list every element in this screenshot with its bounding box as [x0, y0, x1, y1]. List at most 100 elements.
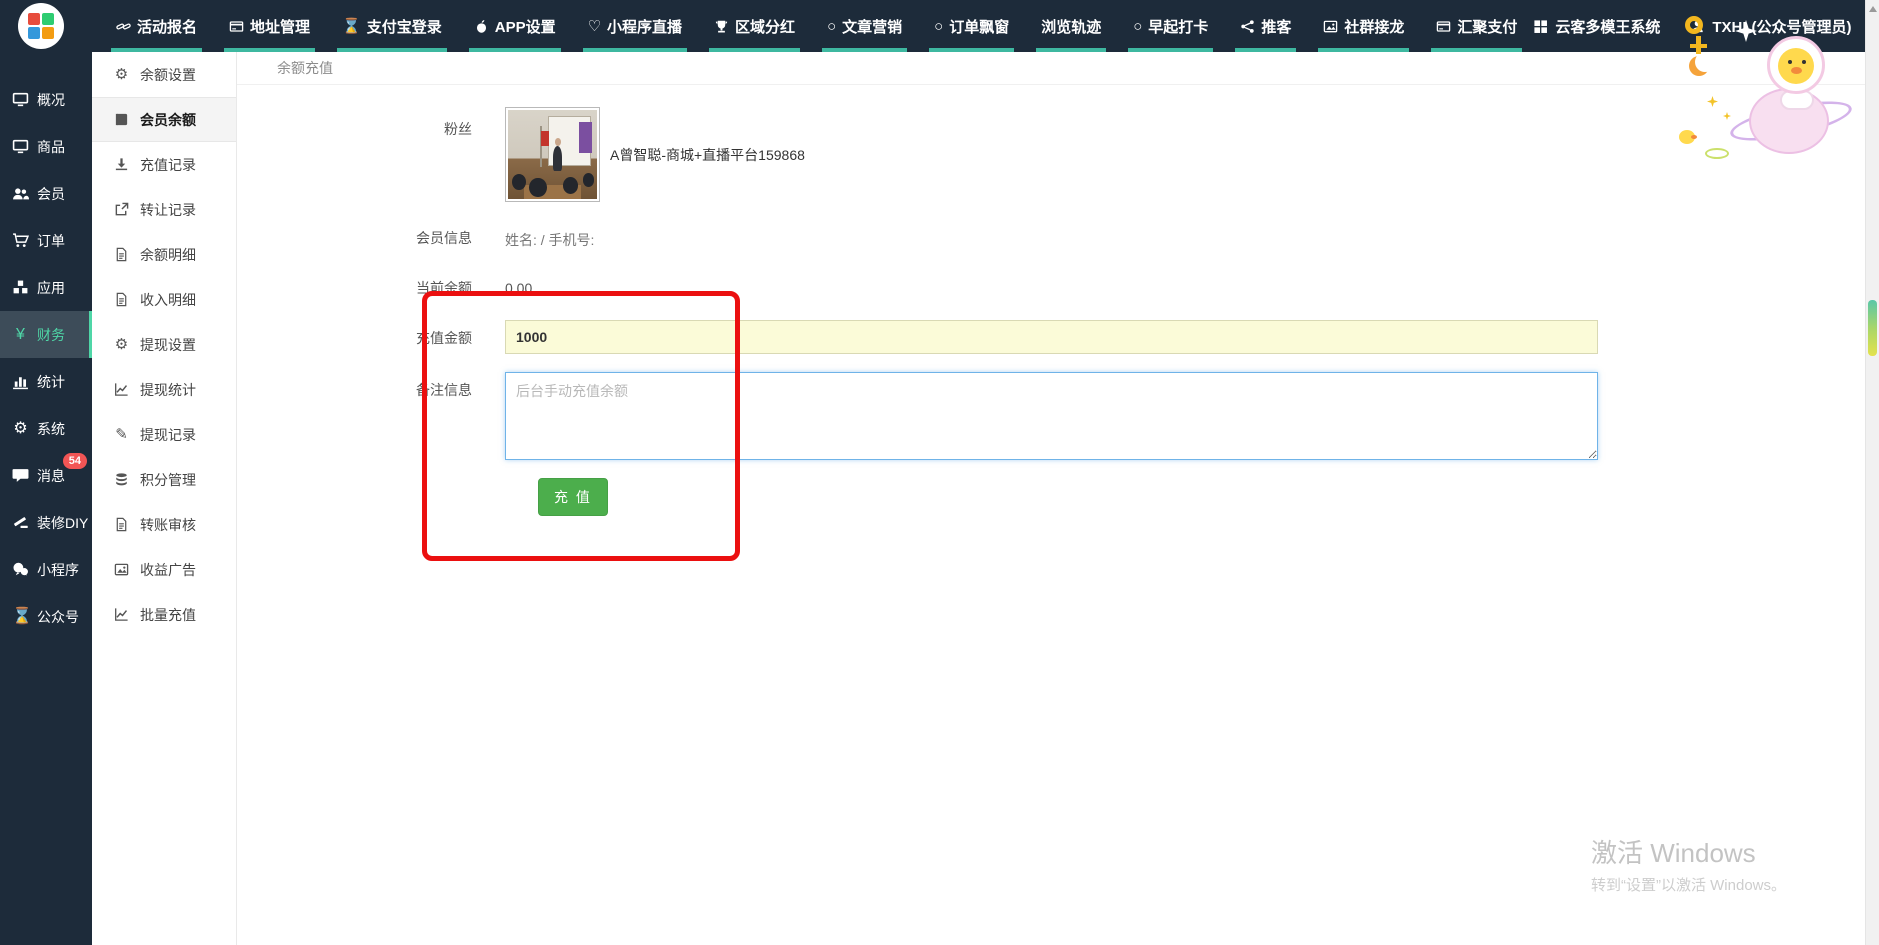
scrollbar-thumb[interactable] — [1868, 300, 1877, 356]
page-scrollbar[interactable] — [1865, 0, 1879, 945]
sidebar-label: 概况 — [37, 90, 65, 110]
gavel-icon — [12, 514, 29, 531]
submenu-member-balance[interactable]: 会员余额 — [92, 97, 236, 142]
submenu-label: 提现设置 — [140, 335, 196, 355]
pencil-icon: ✎ — [114, 427, 129, 442]
sidebar-item-decoration-diy[interactable]: 装修DIY — [0, 499, 92, 546]
gear-icon: ⚙ — [12, 421, 29, 437]
topnav-order-popup[interactable]: ○ 订单飘窗 — [929, 0, 1014, 52]
sidebar-label: 装修DIY — [37, 513, 88, 533]
monitor-icon — [12, 138, 29, 155]
submenu-label: 余额明细 — [140, 245, 196, 265]
fan-info: A曾智聪-商城+直播平台159868 — [505, 107, 805, 202]
grid-icon — [1533, 19, 1548, 34]
submenu-transfer-audit[interactable]: 转账审核 — [92, 502, 236, 547]
sidebar-label: 商品 — [37, 137, 65, 157]
line-chart-icon — [114, 607, 129, 622]
topnav-promoter[interactable]: 推客 — [1235, 0, 1296, 52]
topnav-article-marketing[interactable]: ○文章营销 — [822, 0, 907, 52]
external-link-icon — [114, 202, 129, 217]
sidebar-item-members[interactable]: 会员 — [0, 170, 92, 217]
submenu-batch-recharge[interactable]: 批量充值 — [92, 592, 236, 637]
submenu-label: 转让记录 — [140, 200, 196, 220]
submenu-withdraw-records[interactable]: ✎提现记录 — [92, 412, 236, 457]
app-logo[interactable] — [18, 3, 64, 49]
recharge-submit-button[interactable]: 充 值 — [538, 478, 608, 516]
topnav-huiju-pay[interactable]: 汇聚支付 — [1431, 0, 1522, 52]
hourglass-icon: ⌛ — [342, 19, 361, 34]
topnav-app-settings[interactable]: APP设置 — [469, 0, 561, 52]
remark-textarea[interactable] — [505, 372, 1598, 460]
topnav-label: 订单飘窗 — [949, 16, 1009, 37]
image-icon — [114, 562, 129, 577]
fan-nickname: A曾智聪-商城+直播平台159868 — [610, 145, 805, 165]
user-icon — [1690, 19, 1705, 34]
fan-avatar-photo — [508, 110, 597, 199]
main-content: 余额充值 粉丝 A曾智聪-商城+直播平台159868 会 — [237, 52, 1865, 945]
submenu-transfer-records[interactable]: 转让记录 — [92, 187, 236, 232]
topnav-early-checkin[interactable]: ○早起打卡 — [1128, 0, 1213, 52]
recharge-amount-row: 充值金额 — [237, 320, 1865, 354]
sidebar-item-messages[interactable]: 消息54 — [0, 452, 92, 499]
submenu-balance-details[interactable]: 余额明细 — [92, 232, 236, 277]
circle-icon: ○ — [934, 19, 943, 34]
fan-label: 粉丝 — [237, 107, 505, 202]
wechat-icon — [12, 561, 29, 578]
topnav-alipay-login[interactable]: ⌛支付宝登录 — [337, 0, 447, 52]
submenu-points-management[interactable]: 积分管理 — [92, 457, 236, 502]
submenu-revenue-ads[interactable]: 收益广告 — [92, 547, 236, 592]
topnav-group-relay[interactable]: 社群接龙 — [1318, 0, 1409, 52]
submenu-recharge-records[interactable]: 充值记录 — [92, 142, 236, 187]
share-icon — [1240, 19, 1255, 34]
sidebar-item-overview[interactable]: 概况 — [0, 76, 92, 123]
gear-icon: ⚙ — [114, 67, 129, 82]
topnav-address-management[interactable]: 地址管理 — [224, 0, 315, 52]
apple-icon — [474, 19, 489, 34]
heart-icon: ♡ — [588, 19, 601, 34]
file-icon — [114, 517, 129, 532]
sidebar-item-miniprogram[interactable]: 小程序 — [0, 546, 92, 593]
topnav-label: 区域分红 — [735, 16, 795, 37]
sidebar-item-products[interactable]: 商品 — [0, 123, 92, 170]
sidebar-item-system[interactable]: ⚙系统 — [0, 405, 92, 452]
topnav-activity-signup[interactable]: 活动报名 — [111, 0, 202, 52]
sidebar-item-orders[interactable]: 订单 — [0, 217, 92, 264]
cubes-icon — [12, 279, 29, 296]
sidebar-item-apps[interactable]: 应用 — [0, 264, 92, 311]
submenu-label: 余额设置 — [140, 65, 196, 85]
submenu-label: 转账审核 — [140, 515, 196, 535]
page-header: 余额充值 — [237, 52, 1865, 85]
topnav-label: 地址管理 — [250, 16, 310, 37]
recharge-amount-input[interactable] — [505, 320, 1598, 354]
topnav-miniprogram-live[interactable]: ♡小程序直播 — [583, 0, 687, 52]
image-icon — [1323, 19, 1338, 34]
remark-label: 备注信息 — [237, 372, 505, 460]
sidebar-label: 会员 — [37, 184, 65, 204]
sidebar-item-official-account[interactable]: ⌛公众号 — [0, 593, 92, 640]
topnav-label: 推客 — [1261, 16, 1291, 37]
topnav-browse-track[interactable]: 浏览轨迹 — [1036, 0, 1106, 52]
submenu-label: 积分管理 — [140, 470, 196, 490]
sidebar-item-finance[interactable]: ¥财务 — [0, 311, 92, 358]
submenu-balance-settings[interactable]: ⚙ 余额设置 — [92, 52, 236, 97]
scrollbar-up-arrow-icon[interactable] — [1869, 6, 1877, 12]
current-balance-row: 当前余额 0.00 — [237, 278, 1865, 298]
submenu-label: 收入明细 — [140, 290, 196, 310]
topnav-label: 活动报名 — [137, 16, 197, 37]
submenu-withdraw-settings[interactable]: ⚙提现设置 — [92, 322, 236, 367]
circle-icon: ○ — [1133, 19, 1142, 34]
monitor-icon — [12, 91, 29, 108]
finance-submenu: ⚙ 余额设置 会员余额 充值记录 转让记录 余额明细 收入明细 ⚙提现设置 提现统… — [92, 52, 237, 945]
remark-row: 备注信息 — [237, 372, 1865, 460]
fan-row: 粉丝 A曾智聪-商城+直播平台159868 — [237, 107, 1865, 202]
account-menu[interactable]: TXHL(公众号管理员) — [1690, 16, 1851, 37]
cart-icon — [12, 232, 29, 249]
address-card-icon — [229, 19, 244, 34]
system-switcher[interactable]: 云客多模王系统 — [1533, 16, 1660, 37]
comment-icon — [12, 467, 29, 484]
submenu-income-details[interactable]: 收入明细 — [92, 277, 236, 322]
submenu-withdraw-statistics[interactable]: 提现统计 — [92, 367, 236, 412]
sidebar-item-statistics[interactable]: 统计 — [0, 358, 92, 405]
topnav-region-dividend[interactable]: 区域分红 — [709, 0, 800, 52]
trophy-icon — [714, 19, 729, 34]
